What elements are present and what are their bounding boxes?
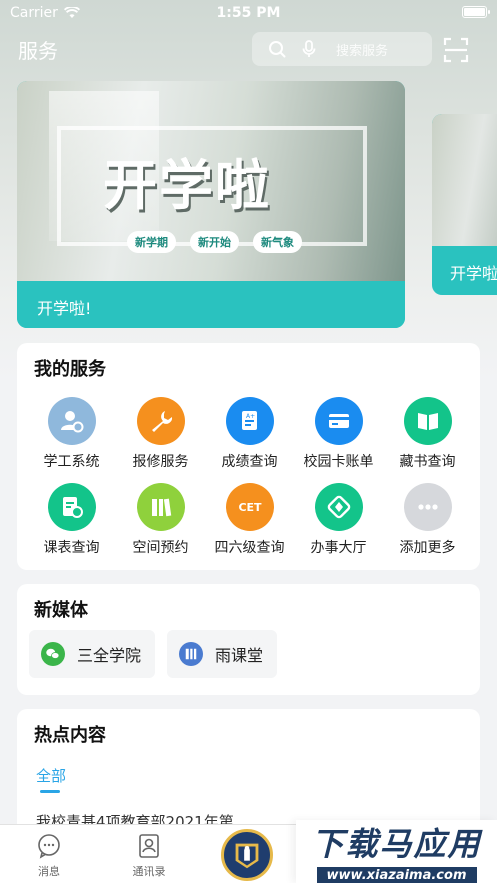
cet-badge: CET [238, 501, 262, 514]
banner-tag: 新学期 [127, 231, 176, 253]
service-campus-card[interactable]: 校园卡账单 [294, 397, 383, 471]
wrench-icon [136, 397, 185, 445]
service-cet[interactable]: CET 四六级查询 [205, 483, 294, 557]
scan-icon [443, 37, 469, 63]
banner-caption: 开学啦! [17, 281, 405, 328]
media-label: 雨课堂 [215, 646, 264, 665]
grade-doc-icon: A+ [225, 397, 274, 445]
search-icon [268, 40, 286, 58]
search-placeholder: 搜索服务 [336, 43, 389, 59]
media-item-rain-classroom[interactable]: 雨课堂 [167, 630, 278, 678]
service-label: 学工系统 [43, 454, 100, 470]
book-icon [403, 397, 452, 445]
banner-image: 开学啦 新学期 新开始 新气象 [17, 81, 405, 281]
tab-services-logo[interactable] [221, 829, 273, 881]
svg-text:A+: A+ [246, 413, 255, 420]
battery-icon [462, 6, 490, 18]
schedule-doc-icon [47, 483, 96, 531]
tab-label: 通讯录 [132, 865, 166, 878]
service-label: 成绩查询 [221, 454, 278, 470]
compass-icon [314, 483, 363, 531]
person-settings-icon [47, 397, 96, 445]
banner-next-image [432, 114, 497, 246]
services-grid: 学工系统 报修服务 A+ 成绩查询 校园卡账单 藏书查询 课表查询 空间预约 C… [27, 397, 472, 557]
banner-headline: 开学啦 [103, 154, 271, 217]
watermark-url: www.xiazaima.com [316, 867, 477, 883]
section-title: 热点内容 [34, 725, 106, 746]
service-timetable[interactable]: 课表查询 [27, 483, 116, 557]
chat-icon [38, 834, 60, 859]
media-item-sanquan[interactable]: 三全学院 [29, 630, 156, 678]
wechat-icon [41, 642, 65, 666]
service-label: 添加更多 [399, 540, 456, 556]
section-title: 新媒体 [34, 600, 88, 621]
status-time: 1:55 PM [216, 5, 281, 21]
service-student-affairs[interactable]: 学工系统 [27, 397, 116, 471]
tab-contacts[interactable]: 通讯录 [119, 833, 179, 879]
rain-class-icon [179, 642, 204, 666]
service-label: 藏书查询 [399, 454, 456, 470]
new-media-card: 新媒体 三全学院 雨课堂 [17, 584, 480, 695]
service-label: 校园卡账单 [303, 454, 374, 470]
service-label: 办事大厅 [310, 540, 367, 556]
banner-tag: 新气象 [253, 231, 302, 253]
header: 服务 搜索服务 [0, 30, 497, 66]
service-add-more[interactable]: 添加更多 [383, 483, 472, 557]
my-services-card: 我的服务 学工系统 报修服务 A+ 成绩查询 校园卡账单 藏书查询 课表查询 空… [17, 343, 480, 570]
contacts-icon [139, 834, 159, 858]
banner-slide[interactable]: 开学啦 新学期 新开始 新气象 开学啦! [17, 81, 405, 328]
status-bar: Carrier 1:55 PM [0, 0, 497, 26]
service-space-booking[interactable]: 空间预约 [116, 483, 205, 557]
more-icon [403, 483, 452, 531]
tab-label: 消息 [38, 865, 60, 878]
cet-icon: CET [225, 483, 274, 531]
microphone-icon[interactable] [300, 40, 318, 58]
banner-tag: 新开始 [190, 231, 239, 253]
banner-tags: 新学期 新开始 新气象 [127, 231, 302, 253]
watermark-logo: 下载马应用 www.xiazaima.com [296, 820, 497, 883]
page-title: 服务 [18, 39, 58, 63]
scan-button[interactable] [443, 37, 469, 63]
section-title: 我的服务 [34, 359, 106, 380]
books-icon [136, 483, 185, 531]
service-label: 空间预约 [132, 540, 189, 556]
card-icon [314, 397, 363, 445]
tab-messages[interactable]: 消息 [19, 833, 79, 879]
service-label: 四六级查询 [214, 540, 285, 556]
service-label: 课表查询 [43, 540, 100, 556]
search-input[interactable]: 搜索服务 [252, 32, 432, 66]
service-affairs-hall[interactable]: 办事大厅 [294, 483, 383, 557]
service-library[interactable]: 藏书查询 [383, 397, 472, 471]
service-label: 报修服务 [132, 454, 189, 470]
banner-next-slide[interactable]: 开学啦 [432, 114, 497, 295]
school-emblem-icon [235, 843, 259, 869]
service-grades[interactable]: A+ 成绩查询 [205, 397, 294, 471]
media-list: 三全学院 雨课堂 [29, 630, 278, 678]
service-repair[interactable]: 报修服务 [116, 397, 205, 471]
media-label: 三全学院 [77, 646, 142, 665]
tab-all[interactable]: 全部 [36, 765, 66, 786]
tab-indicator [40, 790, 60, 793]
banner-next-caption: 开学啦 [450, 264, 497, 283]
watermark-title: 下载马应用 [311, 825, 482, 863]
